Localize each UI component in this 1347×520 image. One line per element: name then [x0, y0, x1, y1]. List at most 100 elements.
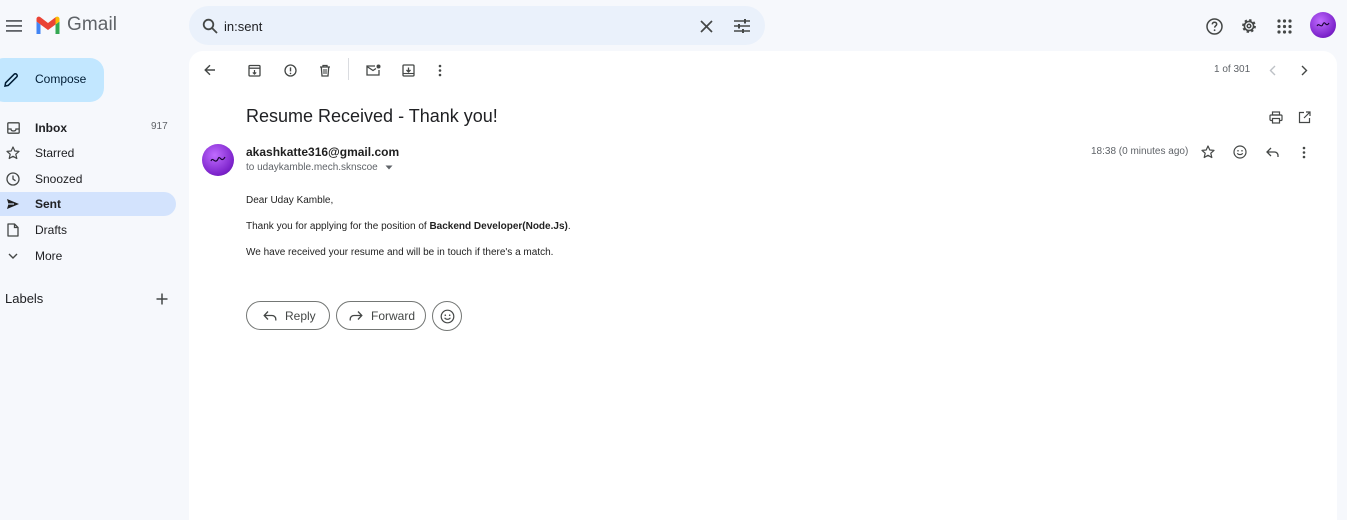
emoji-reaction-button[interactable] [432, 301, 462, 331]
avatar-scribble-icon [1316, 22, 1330, 27]
recipient-line[interactable]: to udaykamble.mech.sknscoe [246, 162, 393, 173]
sidebar-item-more[interactable]: More [0, 244, 176, 268]
toolbar-divider [348, 58, 349, 80]
main-menu-button[interactable] [4, 14, 24, 38]
more-actions-button[interactable] [431, 61, 449, 79]
star-button[interactable] [1199, 143, 1217, 161]
body-text: Thank you for applying for the position … [246, 221, 430, 232]
arrow-back-icon [204, 64, 215, 76]
email-subject: Resume Received - Thank you! [246, 106, 498, 126]
sidebar-item-label: More [35, 249, 63, 263]
emoji-icon [440, 309, 454, 323]
report-spam-button[interactable] [281, 61, 299, 79]
sidebar-item-drafts[interactable]: Drafts [0, 218, 176, 242]
labels-heading: Labels [5, 291, 44, 306]
compose-button[interactable]: Compose [0, 58, 104, 102]
compose-icon-wrap [2, 71, 20, 89]
gmail-m-icon [36, 16, 60, 34]
sidebar-item-label: Sent [35, 197, 62, 211]
pencil-icon [4, 73, 18, 87]
gear-icon [1242, 19, 1256, 33]
draft-icon [6, 223, 20, 237]
newer-button[interactable] [1263, 61, 1281, 79]
search-button[interactable] [200, 16, 220, 36]
reply-icon [1265, 147, 1279, 157]
star-icon [1201, 145, 1215, 159]
email-body-line-1: Thank you for applying for the position … [246, 221, 571, 232]
sidebar-item-label: Drafts [35, 223, 68, 237]
reply-icon-button[interactable] [1263, 143, 1281, 161]
body-text: . [567, 221, 571, 232]
job-position: Backend Developer(Node.Js) [429, 221, 568, 232]
recipient-text: to udaykamble.mech.sknscoe [246, 162, 378, 173]
move-to-icon [401, 63, 415, 77]
sidebar-item-starred[interactable]: Starred [0, 141, 176, 165]
chevron-right-icon [1301, 65, 1307, 75]
sidebar-item-label: Snoozed [35, 172, 83, 186]
compose-label: Compose [35, 72, 87, 86]
sidebar-item-snoozed[interactable]: Snoozed [0, 167, 176, 191]
snooze-button[interactable] [399, 61, 417, 79]
chevron-left-icon [1269, 65, 1275, 75]
delete-button[interactable] [316, 61, 334, 79]
sender-email[interactable]: akashkatte316@gmail.com [246, 145, 399, 159]
sidebar-item-label: Inbox [35, 121, 67, 135]
forward-label: Forward [371, 308, 416, 323]
more-vert-icon [1302, 146, 1306, 158]
forward-icon [349, 310, 363, 320]
support-button[interactable] [1200, 12, 1228, 40]
close-icon [699, 19, 713, 33]
plus-icon [156, 293, 168, 305]
star-icon [6, 146, 20, 160]
search-input[interactable]: in:sent [224, 16, 684, 36]
settings-button[interactable] [1235, 12, 1263, 40]
email-greeting: Dear Uday Kamble, [246, 195, 334, 206]
sidebar-item-inbox[interactable]: Inbox 917 [0, 116, 176, 140]
clear-search-button[interactable] [697, 17, 715, 35]
apps-grid-icon [1276, 18, 1292, 34]
archive-icon [247, 64, 261, 77]
inbox-icon [6, 121, 20, 135]
sidebar-item-label: Starred [35, 146, 75, 160]
forward-button[interactable]: Forward [336, 301, 426, 330]
older-button[interactable] [1295, 61, 1313, 79]
search-icon [202, 18, 218, 34]
reply-label: Reply [285, 308, 316, 323]
pagination-counter: 1 of 301 [1214, 64, 1251, 75]
reply-button[interactable]: Reply [246, 301, 330, 330]
account-avatar[interactable] [1310, 12, 1336, 38]
gmail-wordmark: Gmail [67, 14, 118, 35]
message-timestamp: 18:38 (0 minutes ago) [1091, 146, 1189, 157]
caret-down-icon [385, 165, 393, 170]
open-new-window-button[interactable] [1295, 108, 1313, 126]
gmail-logo[interactable]: Gmail [35, 14, 117, 36]
avatar-scribble-icon [210, 156, 226, 162]
emoji-icon [1233, 145, 1247, 159]
print-button[interactable] [1267, 108, 1285, 126]
print-icon [1269, 110, 1283, 124]
help-icon [1205, 17, 1223, 35]
search-options-button[interactable] [732, 16, 752, 36]
search-bar[interactable]: in:sent [189, 6, 765, 45]
mark-unread-button[interactable] [364, 61, 382, 79]
hamburger-menu-icon [6, 20, 22, 32]
report-icon [283, 63, 297, 77]
google-apps-button[interactable] [1270, 12, 1298, 40]
sidebar-item-sent[interactable]: Sent [0, 192, 176, 216]
more-vert-icon [438, 64, 442, 76]
mark-unread-icon [365, 64, 380, 76]
send-icon [6, 197, 20, 211]
create-label-button[interactable] [155, 292, 169, 306]
add-reaction-button[interactable] [1231, 143, 1249, 161]
sender-avatar[interactable] [202, 144, 234, 176]
reply-icon [263, 310, 277, 320]
back-button[interactable] [201, 61, 219, 79]
clock-icon [6, 172, 20, 186]
tune-icon [734, 19, 750, 33]
message-more-button[interactable] [1295, 143, 1313, 161]
chevron-down-icon [6, 249, 20, 263]
trash-icon [320, 64, 330, 77]
open-in-new-icon [1298, 110, 1311, 123]
archive-button[interactable] [245, 61, 263, 79]
email-body-line-2: We have received your resume and will be… [246, 247, 554, 258]
